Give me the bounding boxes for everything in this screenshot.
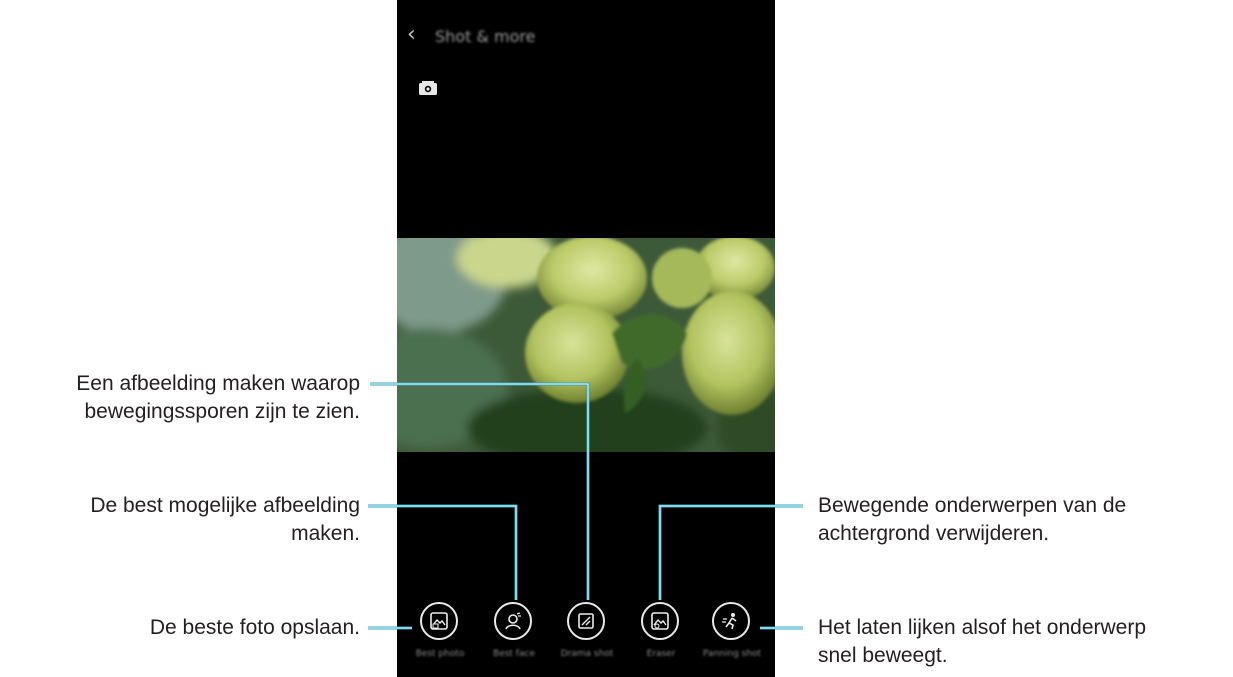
callout-panning-shot: Het laten lijken alsof het onderwerp sne… [818,616,1147,667]
callout-best-face: De best mogelijke afbeelding maken. [90,494,360,545]
callout-drama-shot: Een afbeelding maken waarop bewegingsspo… [76,372,360,423]
callout-best-photo: De beste foto opslaan. [149,616,360,639]
callout-lines [368,382,803,630]
callout-eraser: Bewegende onderwerpen van de achtergrond… [818,494,1127,545]
